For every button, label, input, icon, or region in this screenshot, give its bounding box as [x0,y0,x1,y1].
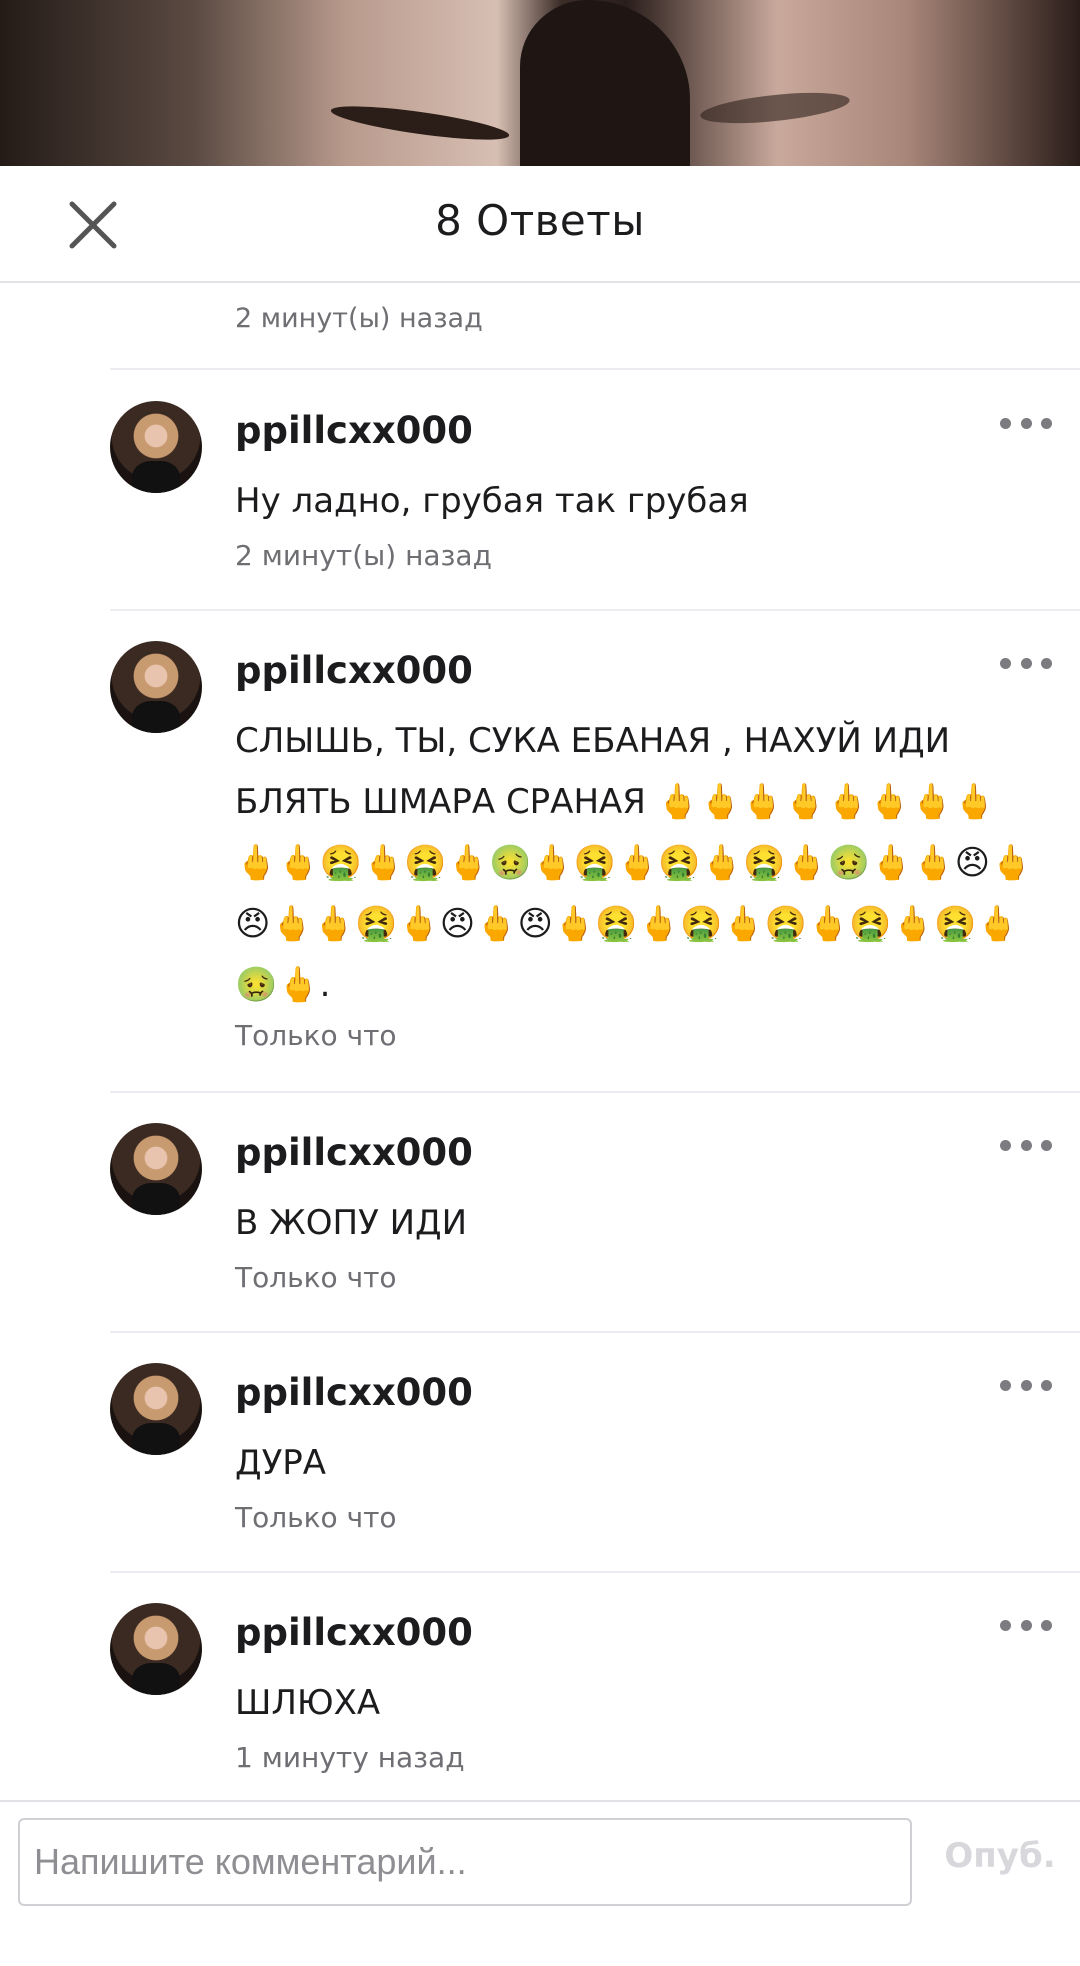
more-options-button[interactable] [1000,1615,1052,1635]
comment-time: 1 минуту назад [235,1741,465,1774]
avatar[interactable] [110,1603,202,1695]
comment-text: В ЖОПУ ИДИ [235,1203,468,1243]
previous-comment-time: 2 минут(ы) назад [235,303,483,334]
comment-username[interactable]: ppillcxx000 [235,1611,473,1654]
comment-username[interactable]: ppillcxx000 [235,409,473,452]
comment-item: ppillcxx000 СЛЫШЬ, ТЫ, СУКА ЕБАНАЯ , НАХ… [0,611,1080,1091]
replies-header: 8 Ответы [0,166,1080,283]
more-options-icon [1000,1139,1011,1151]
comment-item: ppillcxx000 ДУРА Только что [0,1333,1080,1571]
video-preview-photo [0,0,1080,166]
comment-item: ppillcxx000 Ну ладно, грубая так грубая … [0,371,1080,609]
divider [110,368,1080,370]
comment-composer: Опуб. [0,1800,1080,1922]
comment-time: Только что [235,1261,397,1294]
replies-sheet: 8 Ответы 2 минут(ы) назад ppillcxx000 Ну… [0,166,1080,1920]
avatar[interactable] [110,641,202,733]
comment-text: ДУРА [235,1443,327,1483]
comment-username[interactable]: ppillcxx000 [235,649,473,692]
more-options-icon [1000,1619,1011,1631]
comment-item: ppillcxx000 ШЛЮХА 1 минуту назад [0,1573,1080,1811]
avatar[interactable] [110,1123,202,1215]
avatar[interactable] [110,1363,202,1455]
avatar[interactable] [110,401,202,493]
comment-text: Ну ладно, грубая так грубая [235,481,749,521]
comment-time: Только что [235,1019,397,1052]
page-title: 8 Ответы [435,196,645,245]
more-options-button[interactable] [1000,1375,1052,1395]
comment-time: Только что [235,1501,397,1534]
comment-input[interactable] [18,1818,912,1906]
replies-list[interactable]: 2 минут(ы) назад ppillcxx000 Ну ладно, г… [0,283,1080,1966]
comment-time: 2 минут(ы) назад [235,539,492,572]
more-options-button[interactable] [1000,413,1052,433]
publish-button[interactable]: Опуб. [930,1836,1070,1876]
more-options-icon [1000,1379,1011,1391]
more-options-icon [1000,657,1011,669]
more-options-button[interactable] [1000,1135,1052,1155]
comment-item: ppillcxx000 В ЖОПУ ИДИ Только что [0,1093,1080,1331]
comment-text: СЛЫШЬ, ТЫ, СУКА ЕБАНАЯ , НАХУЙ ИДИ БЛЯТЬ… [235,721,1033,1005]
more-options-icon [1000,417,1011,429]
more-options-button[interactable] [1000,653,1052,673]
comment-username[interactable]: ppillcxx000 [235,1371,473,1414]
comment-text: ШЛЮХА [235,1683,381,1723]
comment-username[interactable]: ppillcxx000 [235,1131,473,1174]
